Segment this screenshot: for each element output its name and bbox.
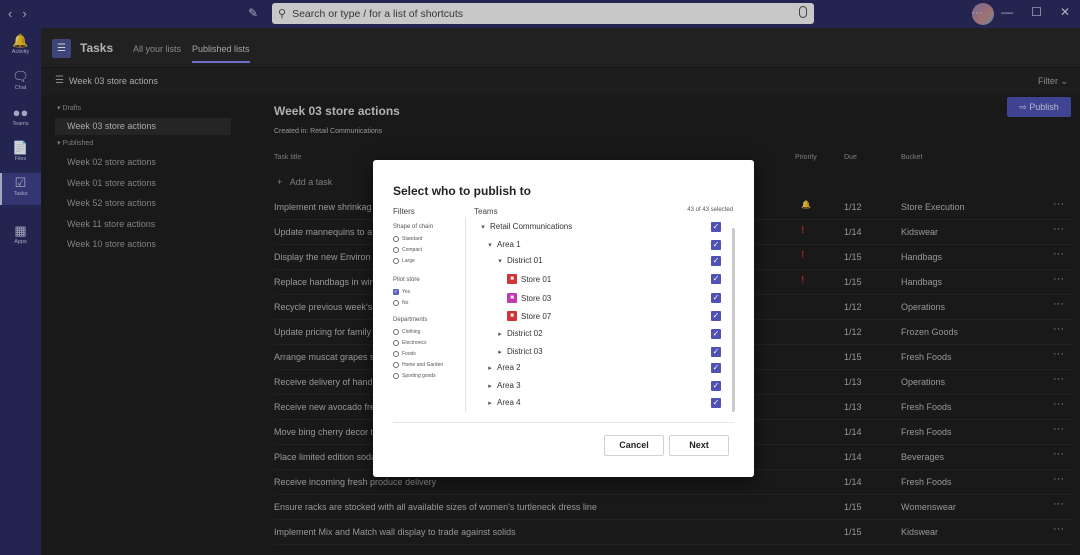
tree-node[interactable]: ▾ District 01 xyxy=(497,256,543,265)
team-checkbox[interactable]: ✓ xyxy=(711,398,721,408)
team-checkbox[interactable]: ✓ xyxy=(711,381,721,391)
tree-scrollbar[interactable] xyxy=(732,228,735,412)
chevron-right-icon[interactable]: ▸ xyxy=(487,399,493,407)
filter-option[interactable]: No xyxy=(393,300,408,306)
filter-option[interactable]: ✓ Yes xyxy=(393,289,410,295)
radio-icon[interactable] xyxy=(393,329,399,335)
chevron-down-icon[interactable]: ▾ xyxy=(487,241,493,249)
filter-option-label: Clothing xyxy=(402,329,421,335)
radio-icon[interactable] xyxy=(393,340,399,346)
filter-option[interactable]: Clothing xyxy=(393,329,420,335)
team-checkbox[interactable]: ✓ xyxy=(711,347,721,357)
chevron-right-icon[interactable]: ▸ xyxy=(497,348,503,356)
tree-node[interactable]: ▸ District 02 xyxy=(497,329,543,338)
filter-option-label: Home and Garden xyxy=(402,362,444,368)
tree-node-label: Store 03 xyxy=(521,293,552,303)
tree-node-label: District 01 xyxy=(507,256,543,265)
chevron-right-icon[interactable]: ▸ xyxy=(497,330,503,338)
dialog-footer-divider xyxy=(393,422,734,423)
filter-option-label: Yes xyxy=(402,289,411,295)
tree-node[interactable]: ▸ Area 3 xyxy=(487,381,521,390)
filter-option-label: Compact xyxy=(402,247,423,253)
filter-option[interactable]: Home and Garden xyxy=(393,362,443,368)
tree-node-label: Area 1 xyxy=(497,240,521,249)
filter-option-label: No xyxy=(402,300,409,306)
tree-node-label: Store 07 xyxy=(521,311,552,321)
filter-option-label: Sporting goods xyxy=(402,373,436,379)
chevron-down-icon[interactable]: ▾ xyxy=(480,223,486,231)
chevron-right-icon[interactable]: ▸ xyxy=(487,364,493,372)
tree-node-label: Area 3 xyxy=(497,381,521,390)
tree-node-label: District 02 xyxy=(507,329,543,338)
store-icon: ■ xyxy=(507,274,517,284)
filter-group-label: Departments xyxy=(393,317,428,323)
filter-option[interactable]: Standard xyxy=(393,236,422,242)
radio-icon[interactable] xyxy=(393,300,399,306)
filter-option[interactable]: Electronics xyxy=(393,340,426,346)
filter-group-label: Pilot store xyxy=(393,277,420,283)
team-checkbox[interactable]: ✓ xyxy=(711,274,721,284)
tree-node-label: Retail Communications xyxy=(490,222,573,231)
cancel-button[interactable]: Cancel xyxy=(604,435,664,456)
tree-node-store[interactable]: ■ Store 01 xyxy=(507,274,551,284)
tree-node[interactable]: ▸ Area 4 xyxy=(487,398,521,407)
filter-option-label: Foods xyxy=(402,351,416,357)
radio-icon[interactable] xyxy=(393,258,399,264)
tree-node-label: District 03 xyxy=(507,347,543,356)
filter-option[interactable]: Compact xyxy=(393,247,422,253)
filter-option-label: Electronics xyxy=(402,340,427,346)
checkbox-checked-icon[interactable]: ✓ xyxy=(393,289,399,295)
filter-group-label: Shape of chain xyxy=(393,224,434,230)
radio-icon[interactable] xyxy=(393,236,399,242)
chevron-down-icon[interactable]: ▾ xyxy=(497,257,503,265)
team-checkbox[interactable]: ✓ xyxy=(711,240,721,250)
team-checkbox[interactable]: ✓ xyxy=(711,363,721,373)
tree-node[interactable]: ▸ Area 2 xyxy=(487,363,521,372)
selected-count: 43 of 43 selected xyxy=(687,207,733,213)
tree-node-label: Area 2 xyxy=(497,363,521,372)
tree-node[interactable]: ▾ Area 1 xyxy=(487,240,521,249)
radio-icon[interactable] xyxy=(393,362,399,368)
filter-option[interactable]: Foods xyxy=(393,351,416,357)
tree-node-label: Store 01 xyxy=(521,274,552,284)
dialog-title: Select who to publish to xyxy=(393,184,531,198)
team-checkbox[interactable]: ✓ xyxy=(711,311,721,321)
publish-dialog: Select who to publish to Filters Teams 4… xyxy=(373,160,754,477)
chevron-right-icon[interactable]: ▸ xyxy=(487,382,493,390)
team-checkbox[interactable]: ✓ xyxy=(711,256,721,266)
filters-heading: Filters xyxy=(393,207,415,216)
filter-option-label: Standard xyxy=(402,236,423,242)
team-checkbox[interactable]: ✓ xyxy=(711,293,721,303)
team-checkbox[interactable]: ✓ xyxy=(711,329,721,339)
radio-icon[interactable] xyxy=(393,247,399,253)
tree-node-store[interactable]: ■ Store 03 xyxy=(507,293,551,303)
next-button[interactable]: Next xyxy=(669,435,729,456)
filter-option[interactable]: Large xyxy=(393,258,415,264)
tree-node-label: Area 4 xyxy=(497,398,521,407)
radio-icon[interactable] xyxy=(393,351,399,357)
filter-option[interactable]: Sporting goods xyxy=(393,373,436,379)
tree-node[interactable]: ▾ Retail Communications xyxy=(480,222,572,231)
store-icon: ■ xyxy=(507,311,517,321)
filter-option-label: Large xyxy=(402,258,415,264)
radio-icon[interactable] xyxy=(393,373,399,379)
teams-heading: Teams xyxy=(474,207,498,216)
tree-node[interactable]: ▸ District 03 xyxy=(497,347,543,356)
tree-node-store[interactable]: ■ Store 07 xyxy=(507,311,551,321)
team-checkbox[interactable]: ✓ xyxy=(711,222,721,232)
store-icon: ■ xyxy=(507,293,517,303)
column-divider xyxy=(465,217,466,412)
